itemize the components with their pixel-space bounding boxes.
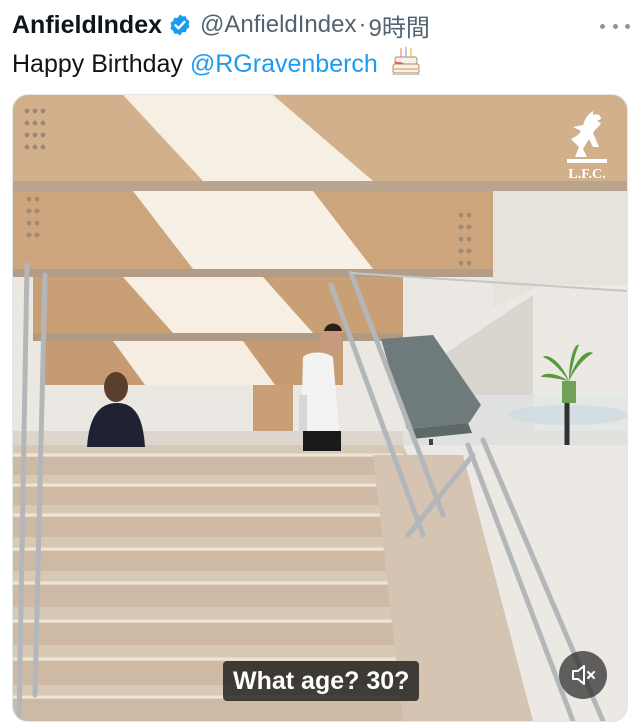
tweet-text-prefix: Happy Birthday xyxy=(12,50,190,78)
tweet-header: AnfieldIndex @AnfieldIndex · 9時間 xyxy=(12,8,632,42)
timestamp[interactable]: 9時間 xyxy=(368,8,429,43)
tweet-text: Happy Birthday @RGravenberch xyxy=(12,46,421,79)
club-logo: L.F.C. xyxy=(563,111,611,189)
display-name[interactable]: AnfieldIndex xyxy=(12,11,162,40)
video-subtitle: What age? 30? xyxy=(223,661,420,701)
more-options-icon[interactable] xyxy=(600,14,630,38)
verified-badge-icon xyxy=(170,14,190,36)
video-player[interactable]: L.F.C. What age? 30? xyxy=(12,94,628,722)
liverbird-icon xyxy=(567,111,607,163)
club-logo-text: L.F.C. xyxy=(568,167,606,182)
user-handle[interactable]: @AnfieldIndex xyxy=(200,11,356,39)
mention-link[interactable]: @RGravenberch xyxy=(190,50,378,78)
birthday-cake-icon xyxy=(391,46,420,75)
volume-muted-icon[interactable] xyxy=(559,651,607,699)
separator-dot: · xyxy=(358,11,367,38)
video-frame xyxy=(13,95,627,721)
